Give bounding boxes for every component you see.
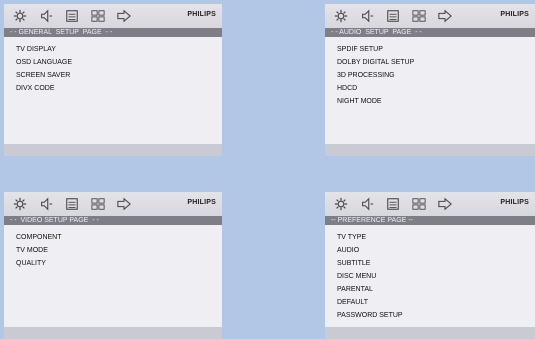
speaker-icon[interactable] xyxy=(36,196,56,212)
grid-icon[interactable] xyxy=(409,8,429,24)
screen-icon[interactable] xyxy=(383,196,403,212)
menu-list: COMPONENT TV MODE QUALITY xyxy=(4,225,222,270)
menu-item[interactable]: TV TYPE xyxy=(337,231,535,244)
panel-footer xyxy=(4,144,222,156)
menu-item[interactable]: 3D PROCESSING xyxy=(337,69,535,82)
page-title: -- PREFERENCE PAGE -- xyxy=(325,216,535,225)
gear-icon[interactable] xyxy=(331,8,351,24)
menu-toolbar: PHILIPS xyxy=(325,192,535,216)
gear-icon[interactable] xyxy=(331,196,351,212)
page-title: - - AUDIO SETUP PAGE - - xyxy=(325,28,535,37)
menu-list: TV DISPLAY OSD LANGUAGE SCREEN SAVER DIV… xyxy=(4,37,222,95)
menu-item[interactable]: DEFAULT xyxy=(337,296,535,309)
exit-arrow-icon[interactable] xyxy=(114,8,134,24)
panel-footer xyxy=(325,327,535,339)
menu-item[interactable]: DISC MENU xyxy=(337,270,535,283)
menu-list: TV TYPE AUDIO SUBTITLE DISC MENU PARENTA… xyxy=(325,225,535,322)
speaker-icon[interactable] xyxy=(357,8,377,24)
menu-item[interactable]: HDCD xyxy=(337,82,535,95)
screen-icon[interactable] xyxy=(383,8,403,24)
speaker-icon[interactable] xyxy=(36,8,56,24)
menu-item[interactable]: SCREEN SAVER xyxy=(16,69,222,82)
menu-item[interactable]: PASSWORD SETUP xyxy=(337,309,535,322)
menu-toolbar: PHILIPS xyxy=(4,4,222,28)
menu-item[interactable]: COMPONENT xyxy=(16,231,222,244)
menu-item[interactable]: NIGHT MODE xyxy=(337,95,535,108)
screen-icon[interactable] xyxy=(62,8,82,24)
gear-icon[interactable] xyxy=(10,8,30,24)
menu-toolbar: PHILIPS xyxy=(4,192,222,216)
exit-arrow-icon[interactable] xyxy=(435,196,455,212)
menu-item[interactable]: TV MODE xyxy=(16,244,222,257)
menu-item[interactable]: DOLBY DIGITAL SETUP xyxy=(337,56,535,69)
brand-logo: PHILIPS xyxy=(187,11,216,18)
menu-item[interactable]: DIVX CODE xyxy=(16,82,222,95)
grid-icon[interactable] xyxy=(88,196,108,212)
menu-item[interactable]: SUBTITLE xyxy=(337,257,535,270)
menu-item[interactable]: TV DISPLAY xyxy=(16,43,222,56)
grid-icon[interactable] xyxy=(409,196,429,212)
grid-icon[interactable] xyxy=(88,8,108,24)
preference-panel: PHILIPS -- PREFERENCE PAGE -- TV TYPE AU… xyxy=(325,192,535,339)
menu-item[interactable]: SPDIF SETUP xyxy=(337,43,535,56)
menu-item[interactable]: PARENTAL xyxy=(337,283,535,296)
panel-footer xyxy=(325,144,535,156)
gear-icon[interactable] xyxy=(10,196,30,212)
page-title: - - GENERAL SETUP PAGE - - xyxy=(4,28,222,37)
menu-toolbar: PHILIPS xyxy=(325,4,535,28)
exit-arrow-icon[interactable] xyxy=(435,8,455,24)
brand-logo: PHILIPS xyxy=(187,199,216,206)
video-setup-panel: PHILIPS - - VIDEO SETUP PAGE - - COMPONE… xyxy=(4,192,222,339)
audio-setup-panel: PHILIPS - - AUDIO SETUP PAGE - - SPDIF S… xyxy=(325,4,535,156)
brand-logo: PHILIPS xyxy=(500,11,529,18)
speaker-icon[interactable] xyxy=(357,196,377,212)
exit-arrow-icon[interactable] xyxy=(114,196,134,212)
page-title: - - VIDEO SETUP PAGE - - xyxy=(4,216,222,225)
menu-item[interactable]: OSD LANGUAGE xyxy=(16,56,222,69)
menu-list: SPDIF SETUP DOLBY DIGITAL SETUP 3D PROCE… xyxy=(325,37,535,108)
panel-footer xyxy=(4,327,222,339)
general-setup-panel: PHILIPS - - GENERAL SETUP PAGE - - TV DI… xyxy=(4,4,222,156)
brand-logo: PHILIPS xyxy=(500,199,529,206)
screen-icon[interactable] xyxy=(62,196,82,212)
menu-item[interactable]: AUDIO xyxy=(337,244,535,257)
menu-item[interactable]: QUALITY xyxy=(16,257,222,270)
